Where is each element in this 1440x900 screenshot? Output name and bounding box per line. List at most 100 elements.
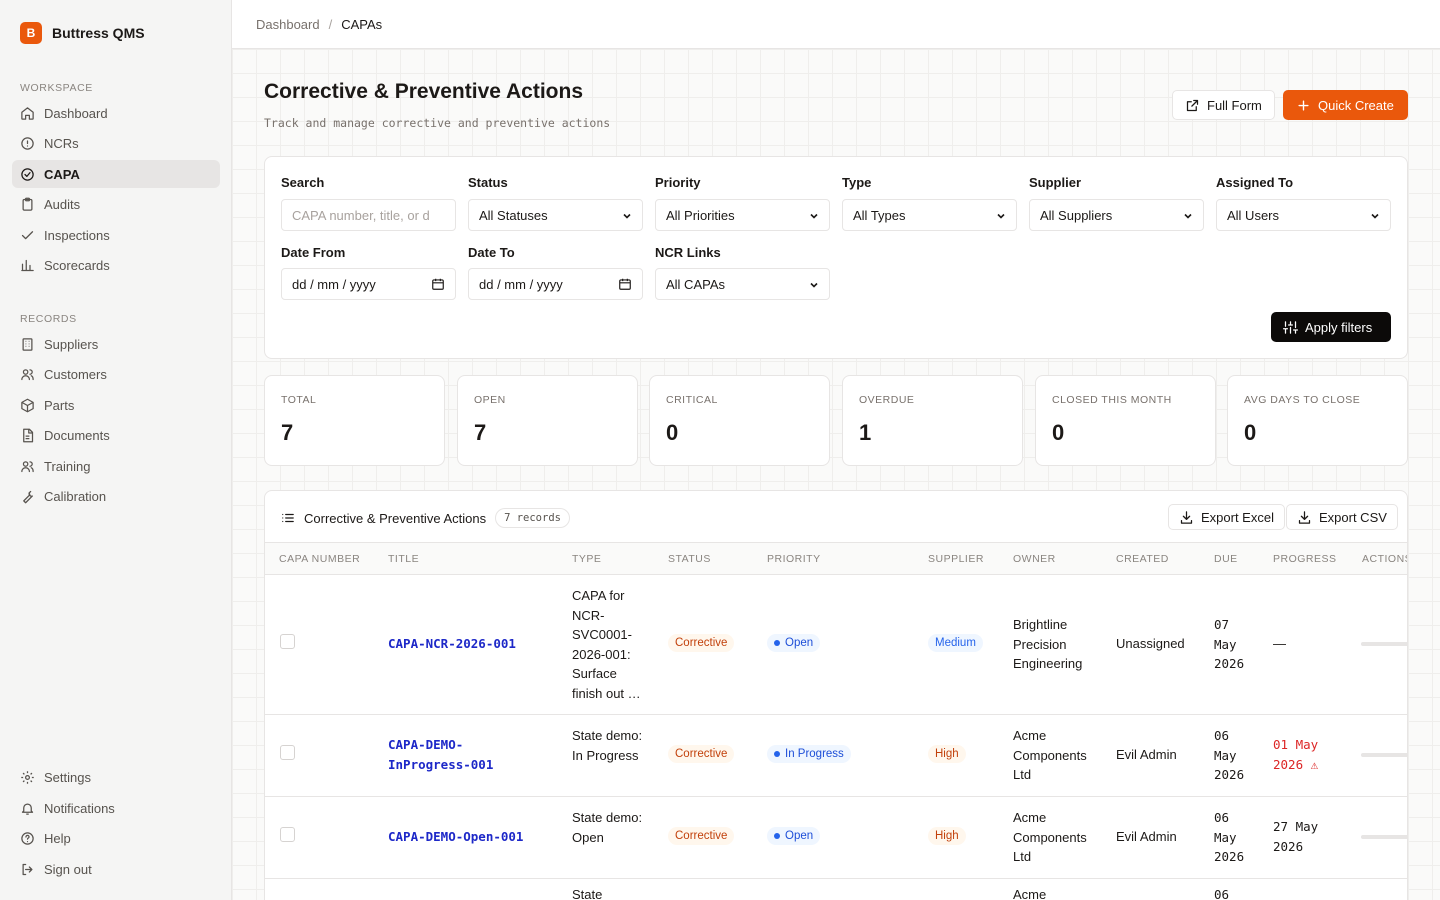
supplier-filter-label: Supplier bbox=[1029, 175, 1082, 190]
capa-title: State bbox=[572, 887, 603, 900]
column-header-title[interactable]: TITLE bbox=[388, 553, 419, 565]
stat-label: OPEN bbox=[474, 394, 506, 406]
sidebar-item-capa[interactable]: CAPA bbox=[12, 160, 220, 188]
sidebar-item-calibration[interactable]: Calibration bbox=[12, 482, 220, 510]
type-badge: Corrective bbox=[668, 634, 735, 652]
export-excel-label: Export Excel bbox=[1201, 509, 1274, 525]
table-row[interactable]: State Acme 06 bbox=[265, 879, 1407, 900]
assigned-to-select[interactable]: All Users bbox=[1216, 199, 1391, 231]
capa-number-link[interactable]: CAPA-NCR-2026-001 bbox=[388, 634, 516, 654]
supplier-select[interactable]: All Suppliers bbox=[1029, 199, 1204, 231]
column-header-supplier[interactable]: SUPPLIER bbox=[928, 553, 984, 565]
sidebar-item-settings[interactable]: Settings bbox=[12, 763, 220, 791]
sidebar-item-audits[interactable]: Audits bbox=[12, 190, 220, 218]
sidebar-item-notifications[interactable]: Notifications bbox=[12, 794, 220, 822]
type-badge: Corrective bbox=[668, 827, 735, 845]
search-input[interactable]: CAPA number, title, or d bbox=[281, 199, 456, 231]
sidebar-item-training[interactable]: Training bbox=[12, 452, 220, 480]
row-select-checkbox[interactable] bbox=[280, 745, 295, 760]
row-select-checkbox[interactable] bbox=[280, 634, 295, 649]
type-badge: Corrective bbox=[668, 745, 735, 763]
sidebar-item-sign-out[interactable]: Sign out bbox=[12, 855, 220, 883]
capa-table: Corrective & Preventive Actions 7 record… bbox=[264, 490, 1408, 900]
column-header-progress[interactable]: PROGRESS bbox=[1273, 553, 1337, 565]
calendar-icon[interactable] bbox=[431, 277, 445, 291]
apply-filters-button[interactable]: Apply filters bbox=[1271, 312, 1391, 342]
sidebar-item-documents[interactable]: Documents bbox=[12, 421, 220, 449]
ncr-links-select[interactable]: All CAPAs bbox=[655, 268, 830, 300]
sidebar-item-customers[interactable]: Customers bbox=[12, 360, 220, 388]
breadcrumb-dashboard[interactable]: Dashboard bbox=[256, 17, 320, 32]
bell-icon bbox=[21, 803, 34, 815]
owner-name: Unassigned bbox=[1116, 636, 1185, 651]
supplier-name: Acme bbox=[1013, 887, 1047, 900]
date-from-input[interactable]: dd / mm / yyyy bbox=[281, 268, 456, 300]
progress-bar bbox=[1361, 753, 1407, 757]
progress-bar bbox=[1361, 642, 1407, 646]
download-icon bbox=[1180, 510, 1193, 524]
quick-create-button[interactable]: Quick Create bbox=[1283, 90, 1408, 120]
quick-create-label: Quick Create bbox=[1318, 97, 1394, 113]
status-dot bbox=[774, 640, 780, 646]
type-select[interactable]: All Types bbox=[842, 199, 1017, 231]
chevron-down-icon bbox=[810, 213, 818, 219]
export-csv-button[interactable]: Export CSV bbox=[1286, 504, 1398, 530]
table-row[interactable]: CAPA-DEMO-Open-001 State demo: Open Corr… bbox=[265, 797, 1407, 879]
status-select-value: All Statuses bbox=[479, 207, 548, 223]
stat-label: OVERDUE bbox=[859, 394, 915, 406]
list-icon bbox=[282, 513, 294, 523]
capa-number-link[interactable]: CAPA-DEMO-Open-001 bbox=[388, 827, 523, 847]
full-form-button[interactable]: Full Form bbox=[1172, 90, 1275, 120]
sidebar-item-suppliers[interactable]: Suppliers bbox=[12, 330, 220, 358]
stat-label: AVG DAYS TO CLOSE bbox=[1244, 394, 1361, 406]
owner-name: Evil Admin bbox=[1116, 747, 1177, 762]
date-to-label: Date To bbox=[468, 245, 515, 260]
supplier-name: Brightline Precision Engineering bbox=[1013, 617, 1083, 671]
sidebar-item-label: Audits bbox=[44, 196, 81, 212]
brand[interactable]: B Buttress QMS bbox=[20, 22, 145, 44]
status-select[interactable]: All Statuses bbox=[468, 199, 643, 231]
sidebar-item-label: Parts bbox=[44, 397, 75, 413]
file-icon bbox=[23, 428, 34, 442]
brand-name: Buttress QMS bbox=[52, 25, 145, 41]
sidebar-item-label: Documents bbox=[44, 427, 110, 443]
external-link-icon bbox=[1186, 99, 1199, 111]
calendar-icon[interactable] bbox=[618, 277, 632, 291]
capa-number-link[interactable]: CAPA-DEMO-InProgress-001 bbox=[388, 735, 528, 775]
plus-icon bbox=[1298, 99, 1309, 111]
brand-logo: B bbox=[20, 22, 42, 44]
sidebar-item-parts[interactable]: Parts bbox=[12, 391, 220, 419]
sidebar-item-dashboard[interactable]: Dashboard bbox=[12, 99, 220, 127]
column-header-capa-number[interactable]: CAPA NUMBER bbox=[279, 553, 360, 565]
column-header-created[interactable]: CREATED bbox=[1116, 553, 1169, 565]
stat-label: TOTAL bbox=[281, 394, 317, 406]
column-header-owner[interactable]: OWNER bbox=[1013, 553, 1056, 565]
priority-badge: High bbox=[928, 827, 966, 845]
sidebar-item-ncrs[interactable]: NCRs bbox=[12, 129, 220, 157]
table-row[interactable]: CAPA-DEMO-InProgress-001 State demo: In … bbox=[265, 715, 1407, 797]
column-header-type[interactable]: TYPE bbox=[572, 553, 601, 565]
sidebar-item-scorecards[interactable]: Scorecards bbox=[12, 251, 220, 279]
breadcrumb-separator: / bbox=[328, 16, 333, 32]
assigned-to-select-value: All Users bbox=[1227, 207, 1280, 223]
priority-select[interactable]: All Priorities bbox=[655, 199, 830, 231]
column-header-status[interactable]: STATUS bbox=[668, 553, 711, 565]
sidebar-item-inspections[interactable]: Inspections bbox=[12, 221, 220, 249]
status-dot bbox=[774, 833, 780, 839]
bar-chart-icon bbox=[21, 259, 34, 271]
home-icon bbox=[21, 106, 34, 120]
export-excel-button[interactable]: Export Excel bbox=[1168, 504, 1285, 530]
logout-icon bbox=[22, 863, 33, 875]
sidebar-item-label: NCRs bbox=[44, 135, 79, 151]
stat-value: 7 bbox=[281, 420, 294, 445]
column-header-priority[interactable]: PRIORITY bbox=[767, 553, 821, 565]
table-row[interactable]: CAPA-NCR-2026-001 CAPA for NCR-SVC0001-2… bbox=[265, 575, 1407, 715]
date-to-input[interactable]: dd / mm / yyyy bbox=[468, 268, 643, 300]
status-badge: In Progress bbox=[767, 745, 851, 763]
created-date: 06 May 2026 bbox=[1214, 728, 1245, 782]
status-badge-label: Open bbox=[785, 637, 814, 649]
sidebar-item-help[interactable]: Help bbox=[12, 824, 220, 852]
row-select-checkbox[interactable] bbox=[280, 827, 295, 842]
stat-value: 0 bbox=[666, 420, 679, 445]
column-header-due[interactable]: DUE bbox=[1214, 553, 1238, 565]
